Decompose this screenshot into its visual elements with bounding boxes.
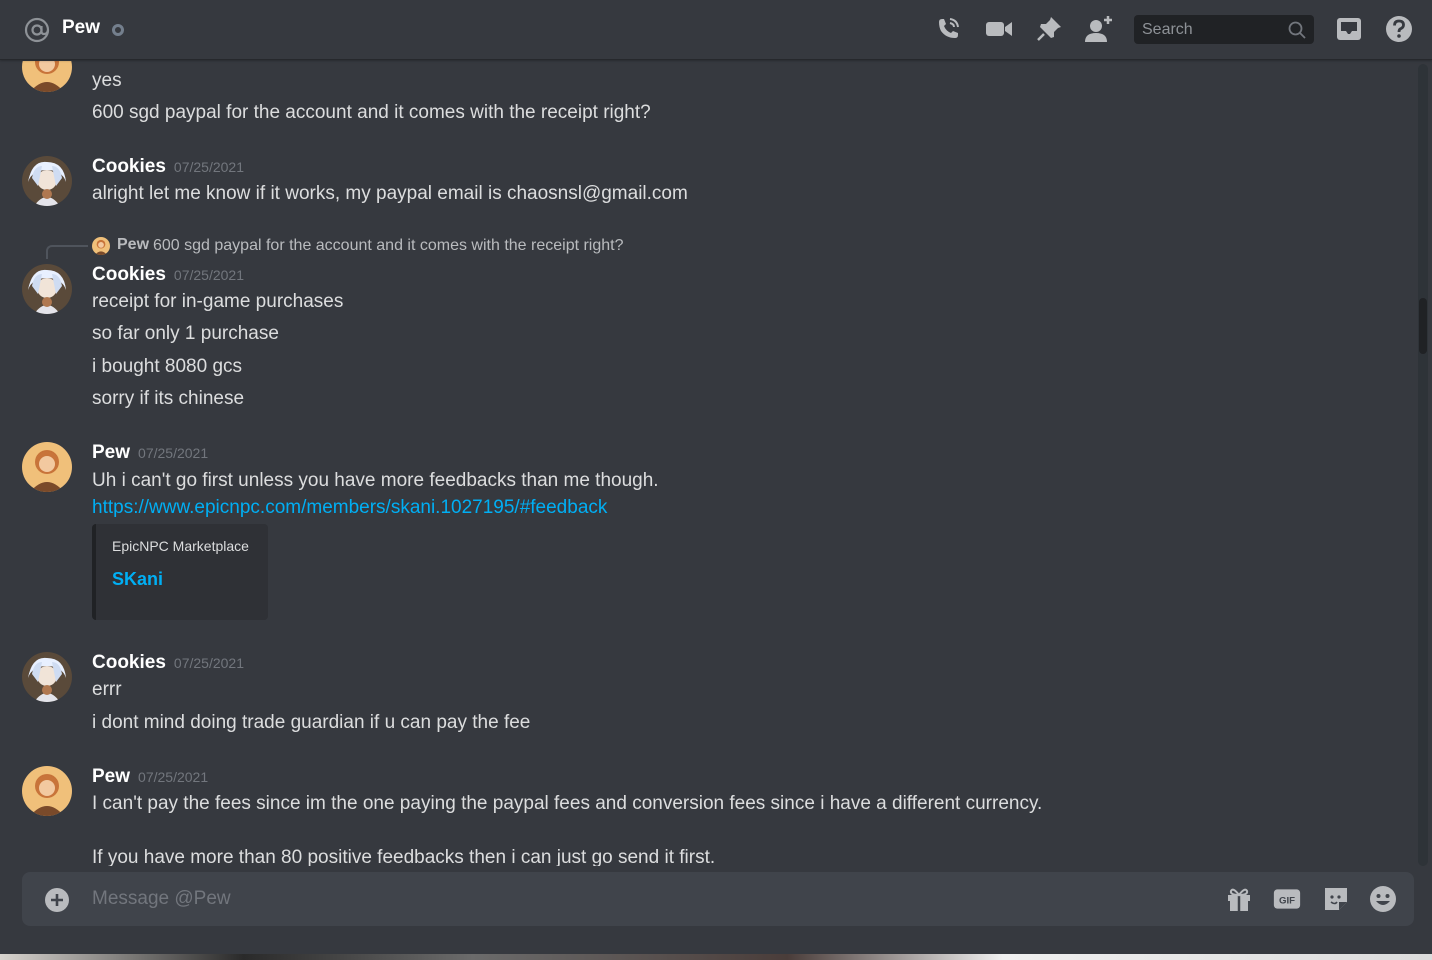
author-name[interactable]: Cookies [92,264,166,285]
message-timestamp: 07/25/2021 [138,769,209,785]
author-name[interactable]: Cookies [92,156,166,177]
avatar[interactable] [22,264,72,314]
message-text: alright let me know if it works, my payp… [92,183,688,204]
inbox-icon[interactable] [1334,14,1364,44]
message-timestamp: 07/25/2021 [138,445,209,461]
avatar[interactable] [22,652,72,702]
embed-provider[interactable]: EpicNPC Marketplace [112,538,249,554]
message-list: yes 600 sgd paypal for the account and i… [0,61,1418,866]
message-author[interactable]: Cookies 07/25/2021 [92,264,244,286]
message-input[interactable] [92,883,1212,915]
desktop-background-strip [0,954,1432,960]
message-text: i bought 8080 gcs [92,356,243,377]
message-timestamp: 07/25/2021 [173,159,244,175]
add-friend-icon[interactable] [1084,14,1114,44]
sticker-icon[interactable] [1322,885,1350,913]
message-text: receipt for in-game purchases [92,291,344,312]
message-author[interactable]: Cookies 07/25/2021 [92,652,244,674]
svg-text:GIF: GIF [1279,895,1295,906]
offline-status-icon [112,24,124,36]
search-input[interactable] [1134,15,1284,44]
scrollbar-thumb[interactable] [1419,298,1427,354]
search-icon[interactable] [1288,21,1306,39]
message-text: so far only 1 purchase [92,323,279,344]
phone-call-icon[interactable] [933,14,963,44]
scrollbar-track[interactable] [1418,64,1428,866]
reply-author[interactable]: Pew [117,236,149,254]
avatar[interactable] [22,61,72,92]
search-box[interactable] [1134,15,1314,44]
channel-header: Pew [0,0,1432,60]
video-icon[interactable] [984,14,1014,44]
channel-title: Pew [62,17,101,38]
avatar[interactable] [22,442,72,492]
gift-icon[interactable] [1225,885,1253,913]
message-text: Uh i can't go first unless you have more… [92,470,659,491]
avatar[interactable] [22,156,72,206]
reply-preview[interactable]: 600 sgd paypal for the account and it co… [153,237,624,255]
emoji-icon[interactable] [1369,885,1397,913]
reply-connector [46,245,88,259]
author-name[interactable]: Pew [92,442,130,463]
author-name[interactable]: Pew [92,766,130,787]
message-link[interactable]: https://www.epicnpc.com/members/skani.10… [92,497,607,518]
at-icon [24,17,50,43]
gif-icon[interactable]: GIF [1273,885,1301,913]
message-text: errr [92,679,122,700]
message-text: i dont mind doing trade guardian if u ca… [92,712,531,733]
message-text: yes [92,70,122,91]
link-embed: EpicNPC Marketplace SKani [92,524,268,620]
reply-avatar [92,237,110,255]
pin-icon[interactable] [1034,14,1064,44]
message-author[interactable]: Cookies 07/25/2021 [92,156,244,178]
add-icon[interactable] [44,887,70,913]
embed-title[interactable]: SKani [112,569,163,590]
avatar[interactable] [22,766,72,816]
message-text: sorry if its chinese [92,388,245,409]
message-text: 600 sgd paypal for the account and it co… [92,102,651,123]
help-icon[interactable] [1384,14,1414,44]
message-text: I can't pay the fees since im the one pa… [92,793,1043,814]
message-timestamp: 07/25/2021 [173,267,244,283]
message-author[interactable]: Pew 07/25/2021 [92,442,208,464]
message-composer: GIF [22,872,1414,926]
message-timestamp: 07/25/2021 [173,655,244,671]
author-name[interactable]: Cookies [92,652,166,673]
message-text: If you have more than 80 positive feedba… [92,847,716,866]
message-author[interactable]: Pew 07/25/2021 [92,766,208,788]
